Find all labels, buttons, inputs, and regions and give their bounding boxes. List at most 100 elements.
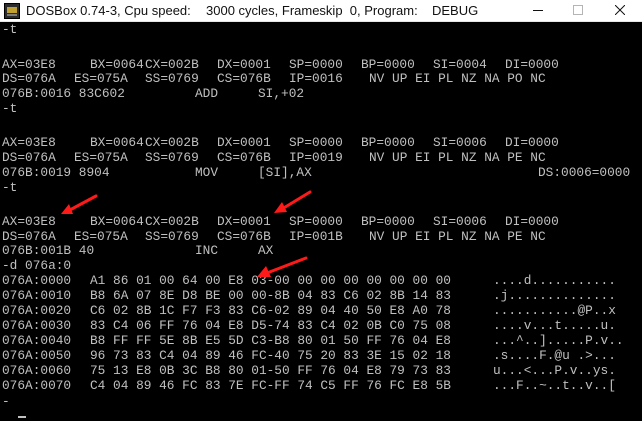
dump-address: 076A:0030 [2,318,72,333]
maximize-button[interactable] [560,0,596,21]
dump-row: 076A:0000 A1 86 01 00 64 00 E8 03-00 00 … [2,274,616,288]
reg-cx: CX=002B [145,135,199,150]
reg-cs: CS=076B [217,150,271,165]
reg-ds: DS=076A [2,150,56,165]
dos-console[interactable]: -t AX=03E8 BX=0064 CX=002B DX=0001 SP=00… [0,21,642,421]
dump-row: 076A:0020 C6 02 8B 1C F7 F3 83 C6-02 89 … [2,304,616,318]
dosbox-app-icon[interactable] [4,3,20,19]
reg-sp: SP=0000 [289,135,343,150]
reg-ss: SS=0769 [145,229,199,244]
instruction-line: 076B:001B 40 INC AX [2,244,273,258]
instr-address: 076B:001B 40 [2,243,95,258]
reg-di: DI=0000 [505,214,559,229]
segment-line: DS=076A ES=075A SS=0769 CS=076B IP=001B … [2,230,546,244]
reg-cx: CX=002B [145,214,199,229]
dump-ascii: u...<...P.v..ys. [493,363,616,378]
segment-line: DS=076A ES=075A SS=0769 CS=076B IP=0016 … [2,72,546,86]
close-icon [615,5,625,15]
cpu-flags: NV UP EI PL NZ NA PE NC [369,150,546,165]
reg-cx: CX=002B [145,57,199,72]
cpu-flags: NV UP EI PL NZ NA PO NC [369,71,546,86]
dump-hex: 83 C4 06 FF 76 04 E8 D5-74 83 C4 02 0B C… [90,318,451,333]
dump-hex: 96 73 83 C4 04 89 46 FC-40 75 20 83 3E 1… [90,348,451,363]
title-bar[interactable]: DOSBox 0.74-3, Cpu speed: 3000 cycles, F… [0,0,642,22]
reg-ip: IP=0019 [289,150,343,165]
title-app: DOSBox 0.74-3, Cpu speed: [26,3,191,18]
instr-address: 076B:0019 8904 [2,165,110,180]
dump-ascii: ...........@P..x [493,303,616,318]
trace-command: -t [2,22,18,37]
dump-ascii: ....d........... [493,273,616,288]
reg-cs: CS=076B [217,71,271,86]
trace-command: -t [2,101,18,116]
reg-ax: AX=03E8 [2,214,56,229]
dump-row: 076A:0060 75 13 E8 0B 3C B8 80 01-50 FF … [2,364,616,378]
dump-address: 076A:0060 [2,363,72,378]
reg-ds: DS=076A [2,229,56,244]
text-cursor [18,416,26,418]
reg-cs: CS=076B [217,229,271,244]
reg-ds: DS=076A [2,71,56,86]
dump-address: 076A:0010 [2,288,72,303]
dump-address: 076A:0020 [2,303,72,318]
trace-command: -t [2,180,18,195]
reg-si: SI=0004 [433,57,487,72]
dump-ascii: ...F..~..t..v..[ [493,378,616,393]
reg-si: SI=0006 [433,214,487,229]
cpu-flags: NV UP EI PL NZ NA PE NC [369,229,546,244]
reg-ax: AX=03E8 [2,57,56,72]
reg-es: ES=075A [74,150,128,165]
instr-opcode: INC [195,243,219,258]
dump-hex: B8 6A 07 8E D8 BE 00 00-8B 04 83 C6 02 8… [90,288,451,303]
minimize-icon [533,10,543,11]
reg-dx: DX=0001 [217,57,271,72]
dump-hex: C6 02 8B 1C F7 F3 83 C6-02 89 04 40 50 E… [90,303,451,318]
reg-bp: BP=0000 [361,214,415,229]
command-prompt[interactable]: - [2,395,10,409]
reg-ip: IP=001B [289,229,343,244]
reg-bx: BX=0064 [90,214,144,229]
dump-ascii: ....v...t.....u. [493,318,616,333]
dump-ascii: .s....F.@u .>... [493,348,616,363]
maximize-icon [573,5,583,15]
dump-hex: B8 FF FF 5E 8B E5 5D C3-B8 80 01 50 FF 7… [90,333,451,348]
reg-di: DI=0000 [505,57,559,72]
title-cycles: 3000 cycles, Frameskip 0, Program: [206,3,418,18]
instr-operands: [SI],AX [258,165,312,180]
title-program: DEBUG [432,3,479,18]
register-line: AX=03E8 BX=0064 CX=002B DX=0001 SP=0000 … [2,136,559,150]
reg-bp: BP=0000 [361,57,415,72]
reg-ss: SS=0769 [145,150,199,165]
register-line: AX=03E8 BX=0064 CX=002B DX=0001 SP=0000 … [2,58,559,72]
instr-operands: SI,+02 [258,86,305,101]
dump-ascii: ...^..].....P.v.. [493,333,624,348]
dump-row: 076A:0050 96 73 83 C4 04 89 46 FC-40 75 … [2,349,616,363]
instr-operands: AX [258,243,274,258]
reg-bx: BX=0064 [90,57,144,72]
instruction-line: 076B:0019 8904 MOV [SI],AX DS:0006=0000 [2,166,630,180]
instruction-line: 076B:0016 83C602 ADD SI,+02 [2,87,304,101]
dump-row: 076A:0010 B8 6A 07 8E D8 BE 00 00-8B 04 … [2,289,616,303]
close-button[interactable] [602,0,638,21]
dump-address: 076A:0070 [2,378,72,393]
reg-sp: SP=0000 [289,214,343,229]
instr-memory: DS:0006=0000 [538,165,631,180]
dump-row: 076A:0040 B8 FF FF 5E 8B E5 5D C3-B8 80 … [2,334,624,348]
dump-row: 076A:0030 83 C4 06 FF 76 04 E8 D5-74 83 … [2,319,616,333]
dump-hex: 75 13 E8 0B 3C B8 80 01-50 FF 76 04 E8 7… [90,363,451,378]
register-line: AX=03E8 BX=0064 CX=002B DX=0001 SP=0000 … [2,215,559,229]
dump-ascii: .j.............. [493,288,616,303]
dump-address: 076A:0040 [2,333,72,348]
instr-opcode: ADD [195,86,219,101]
reg-bx: BX=0064 [90,135,144,150]
reg-ss: SS=0769 [145,71,199,86]
reg-di: DI=0000 [505,135,559,150]
dump-command: -d 076a:0 [2,258,72,273]
reg-sp: SP=0000 [289,57,343,72]
dosbox-window: DOSBox 0.74-3, Cpu speed: 3000 cycles, F… [0,0,642,421]
minimize-button[interactable] [520,0,556,21]
dump-address: 076A:0050 [2,348,72,363]
instr-address: 076B:0016 83C602 [2,86,125,101]
instr-opcode: MOV [195,165,219,180]
reg-ax: AX=03E8 [2,135,56,150]
